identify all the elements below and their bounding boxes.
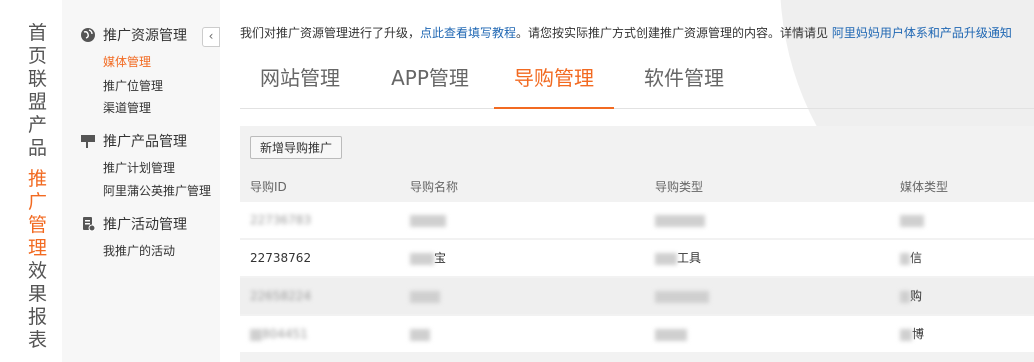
sidebar-item-adzone[interactable]: 推广位管理: [103, 78, 163, 94]
sidebar-group-products[interactable]: 推广产品管理: [80, 130, 187, 152]
cell-name: [410, 278, 440, 314]
cell-media-text: 信: [910, 251, 923, 265]
cell-media: 信: [900, 240, 922, 276]
sidebar-group-title: 推广活动管理: [103, 217, 187, 233]
sidebar-item-my-activities[interactable]: 我推广的活动: [103, 243, 175, 259]
sidebar-group-title: 推广资源管理: [103, 28, 187, 44]
tutorial-link[interactable]: 点此查看填写教程: [420, 26, 516, 40]
sidebar-group-title: 推广产品管理: [103, 134, 187, 150]
sidebar-group-activities[interactable]: 推广活动管理: [80, 213, 187, 235]
cell-media-text: 购: [910, 289, 923, 303]
nav-item-reports[interactable]: 效果报表: [28, 260, 50, 352]
cell-name: [410, 202, 446, 238]
sidebar-item-plans[interactable]: 推广计划管理: [103, 160, 175, 176]
cell-id-text: 804451: [262, 327, 308, 341]
cell-id: 22738762: [250, 251, 312, 265]
sidebar-collapse-button[interactable]: ‹: [202, 27, 220, 47]
table-row[interactable]: 22736783: [240, 202, 1034, 238]
nav-item-promotion[interactable]: 推广管理: [28, 168, 50, 260]
sidebar-item-channel[interactable]: 渠道管理: [103, 100, 151, 116]
tab-shopping-guide[interactable]: 导购管理: [494, 52, 614, 109]
nav-item-products[interactable]: 联盟产品: [28, 68, 50, 160]
cell-type: [655, 316, 687, 352]
table-row[interactable]: 22738762 宝 工具 信: [240, 240, 1034, 276]
cell-id: 22736783: [250, 213, 312, 227]
tab-software[interactable]: 软件管理: [624, 52, 744, 107]
cell-type: 工具: [655, 240, 701, 276]
cell-media: 博: [900, 316, 924, 352]
table-header: 导购ID 导购名称 导购类型 媒体类型: [240, 172, 1034, 202]
sidebar-group-resources[interactable]: 推广资源管理: [80, 24, 187, 46]
column-header-id: 导购ID: [250, 180, 287, 194]
activity-icon: [80, 216, 96, 232]
notice-text: 。请您按实际推广方式创建推广资源管理的内容。详情请见: [516, 26, 829, 40]
tab-website[interactable]: 网站管理: [240, 52, 360, 107]
column-header-name: 导购名称: [410, 180, 459, 194]
primary-nav: 首页 联盟产品 推广管理 效果报表: [0, 0, 62, 362]
cell-type: [655, 278, 709, 314]
table-row[interactable]: 804451 博: [240, 316, 1034, 352]
cell-type-text: 工具: [677, 251, 702, 265]
upgrade-notice-link[interactable]: 阿里妈妈用户体系和产品升级通知: [832, 26, 1012, 40]
column-header-media: 媒体类型: [900, 180, 949, 194]
column-header-type: 导购类型: [655, 180, 704, 194]
sidebar-item-media[interactable]: 媒体管理: [103, 54, 151, 70]
page: 首页 联盟产品 推广管理 效果报表 ‹ 推广资源管理 媒体管理 推广位管理 渠道…: [0, 0, 1034, 362]
cell-media-text: 博: [912, 327, 925, 341]
cell-name: [410, 316, 430, 352]
globe-icon: [80, 27, 96, 43]
cell-media: [900, 202, 924, 238]
cell-id: 804451: [250, 316, 308, 352]
flag-icon: [80, 133, 96, 149]
cell-type: [655, 202, 705, 238]
sidebar-item-pugongying[interactable]: 阿里蒲公英推广管理: [103, 183, 211, 199]
nav-item-home[interactable]: 首页: [28, 22, 50, 68]
add-guide-button[interactable]: 新增导购推广: [250, 136, 343, 159]
tab-bar: 网站管理 APP管理 导购管理 软件管理: [240, 52, 1034, 109]
notice-text: 我们对推广资源管理进行了升级，: [240, 26, 421, 40]
guide-panel: 新增导购推广 导购ID 导购名称 导购类型 媒体类型 22736783 2273…: [240, 126, 1034, 362]
upgrade-notice: 我们对推广资源管理进行了升级，点此查看填写教程。请您按实际推广方式创建推广资源管…: [240, 24, 1012, 41]
table-row[interactable]: 22658224 购: [240, 278, 1034, 314]
secondary-sidebar: ‹ 推广资源管理 媒体管理 推广位管理 渠道管理 推广产品管理 推广计划管理 阿…: [62, 0, 220, 362]
cell-name-text: 宝: [434, 251, 447, 265]
cell-id: 22658224: [250, 289, 312, 303]
main-content: 我们对推广资源管理进行了升级，点此查看填写教程。请您按实际推广方式创建推广资源管…: [220, 0, 1034, 362]
tab-app[interactable]: APP管理: [370, 52, 490, 107]
cell-media: 购: [900, 278, 922, 314]
cell-name: 宝: [410, 240, 446, 276]
